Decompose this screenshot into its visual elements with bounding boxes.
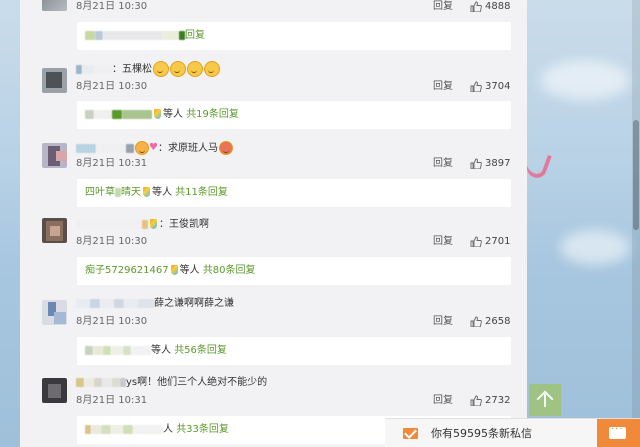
background-cloud: [540, 60, 630, 100]
reply-button[interactable]: 回复: [433, 1, 453, 13]
comment-date: 8月21日 10:30: [76, 81, 148, 92]
reply-count-link[interactable]: 共19条回复: [186, 109, 239, 120]
replier-name[interactable]: 痴子5729621467: [85, 265, 169, 276]
reply-summary-text: 人 共33条回复: [85, 416, 229, 444]
reply-summary[interactable]: 等人 共19条回复: [77, 101, 511, 129]
avatar[interactable]: [42, 68, 67, 93]
private-message-text[interactable]: 你有59595条新私信: [431, 427, 532, 441]
avatar[interactable]: [42, 143, 67, 168]
envelope-icon: [403, 428, 418, 439]
reply-summary[interactable]: 回复: [77, 22, 511, 50]
like-button[interactable]: 3897: [470, 157, 510, 171]
reply-summary-text: 四叶草 晴天 等人 共11条回复: [85, 179, 228, 207]
thumbs-up-icon: [470, 1, 482, 12]
reply-count-link[interactable]: 共11条回复: [175, 187, 228, 198]
replier-name[interactable]: 晴天: [121, 187, 141, 198]
background-decoration: [524, 149, 552, 181]
reply-suffix: 等人: [152, 187, 172, 198]
comment-content: ：五棵松: [76, 61, 220, 77]
like-count: 4888: [485, 1, 511, 12]
reply-count-link[interactable]: 共56条回复: [174, 345, 227, 356]
comment-date: 8月21日 10:31: [76, 395, 148, 406]
like-count: 3704: [485, 81, 511, 92]
smile-emoji-icon: [187, 61, 203, 77]
comment-date: 8月21日 10:30: [76, 316, 148, 327]
avatar[interactable]: [42, 300, 67, 325]
reply-suffix: 等人: [151, 345, 171, 356]
reply-count-link[interactable]: 共80条回复: [203, 265, 256, 276]
reply-button[interactable]: 回复: [433, 158, 453, 170]
reply-button[interactable]: 回复: [433, 395, 453, 407]
reply-suffix: 等人: [163, 109, 183, 120]
heart-icon: ♥: [149, 142, 158, 153]
comment-text: 薛之谦啊啊薛之谦: [154, 298, 234, 309]
reply-summary-text: 等人 共19条回复: [85, 101, 239, 129]
comment-content: 薛之谦啊啊薛之谦: [76, 296, 234, 312]
scrollbar-thumb[interactable]: [633, 120, 639, 230]
reply-summary[interactable]: 等人 共56条回复: [77, 337, 511, 365]
like-button[interactable]: 2658: [470, 315, 510, 329]
reply-summary[interactable]: 痴子5729621467 等人 共80条回复: [77, 257, 511, 285]
thumbs-up-icon: [470, 316, 482, 327]
comment-feed: 8月21日 10:30 回复 4888 回复 ：五棵松 8月21日 10:30 …: [20, 0, 527, 447]
like-button[interactable]: 2732: [470, 394, 510, 408]
reply-summary[interactable]: 四叶草 晴天 等人 共11条回复: [77, 179, 511, 207]
reply-summary-text: 等人 共56条回复: [85, 337, 227, 365]
thumbs-up-icon: [470, 395, 482, 406]
comment-date: 8月21日 10:30: [76, 236, 148, 247]
comment-text: ：王俊凯啊: [159, 219, 209, 230]
reply-summary-text: 回复: [85, 22, 205, 50]
smile-emoji-icon: [153, 61, 169, 77]
thumbs-up-icon: [470, 236, 482, 247]
page-scrollbar[interactable]: [632, 0, 640, 447]
like-button[interactable]: 4888: [470, 0, 510, 14]
emoji-icon: [135, 141, 149, 155]
emoji-icon: [218, 141, 233, 155]
badge-icon: [143, 187, 150, 197]
badge-icon: [170, 265, 178, 275]
comment-date: 8月21日 10:30: [76, 1, 148, 12]
like-count: 2701: [485, 236, 511, 247]
reply-button[interactable]: 回复: [433, 81, 453, 93]
thumbs-up-icon: [470, 81, 482, 92]
reply-summary-text: 痴子5729621467 等人 共80条回复: [85, 257, 256, 285]
like-count: 2658: [485, 316, 511, 327]
like-button[interactable]: 3704: [470, 80, 510, 94]
avatar[interactable]: [42, 0, 67, 11]
background-cloud: [560, 230, 630, 265]
comment-date: 8月21日 10:31: [76, 158, 148, 169]
like-count: 3897: [485, 158, 511, 169]
private-message-bar[interactable]: 你有59595条新私信: [385, 418, 640, 447]
comment-content: ys啊！他们三个人绝对不能少的: [76, 375, 267, 391]
reply-count-link[interactable]: 回复: [185, 30, 205, 41]
reply-button[interactable]: 回复: [433, 236, 453, 248]
comment-text: ：五棵松: [112, 64, 152, 75]
smile-emoji-icon: [204, 61, 220, 77]
like-button[interactable]: 2701: [470, 235, 510, 249]
badge-icon: [154, 109, 161, 119]
like-count: 2732: [485, 395, 511, 406]
thumbs-up-icon: [470, 158, 482, 169]
avatar[interactable]: [42, 378, 67, 403]
comment-content: ：王俊凯啊: [76, 217, 209, 233]
comment-content: ♥：求原班人马: [76, 140, 233, 156]
chat-button[interactable]: [597, 419, 640, 447]
replier-name[interactable]: 四叶草: [85, 187, 115, 198]
comment-text: ：求原班人马: [157, 143, 218, 154]
reply-button[interactable]: 回复: [433, 316, 453, 328]
reply-suffix: 人: [163, 424, 173, 435]
avatar[interactable]: [42, 218, 67, 243]
badge-icon: [150, 219, 157, 229]
smile-emoji-icon: [170, 61, 186, 77]
scroll-to-top-button[interactable]: [529, 384, 561, 416]
comment-text: ys啊！他们三个人绝对不能少的: [126, 377, 268, 388]
reply-count-link[interactable]: 共33条回复: [176, 424, 229, 435]
reply-suffix: 等人: [179, 265, 200, 276]
